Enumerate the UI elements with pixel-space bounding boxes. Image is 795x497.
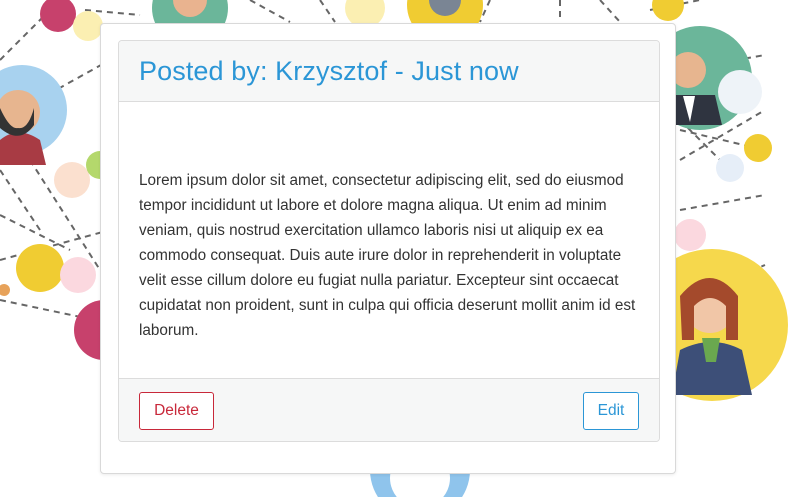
post-card-header: Posted by: Krzysztof - Just now: [119, 41, 659, 102]
post-card: Posted by: Krzysztof - Just now Lorem ip…: [118, 40, 660, 442]
post-card-footer: Delete Edit: [119, 378, 659, 441]
post-title: Posted by: Krzysztof - Just now: [139, 55, 519, 86]
modal-dialog: Posted by: Krzysztof - Just now Lorem ip…: [100, 23, 676, 474]
edit-button[interactable]: Edit: [583, 391, 639, 430]
post-card-body: Lorem ipsum dolor sit amet, consectetur …: [119, 102, 659, 378]
post-body-text: Lorem ipsum dolor sit amet, consectetur …: [139, 171, 636, 339]
delete-button[interactable]: Delete: [139, 391, 214, 430]
